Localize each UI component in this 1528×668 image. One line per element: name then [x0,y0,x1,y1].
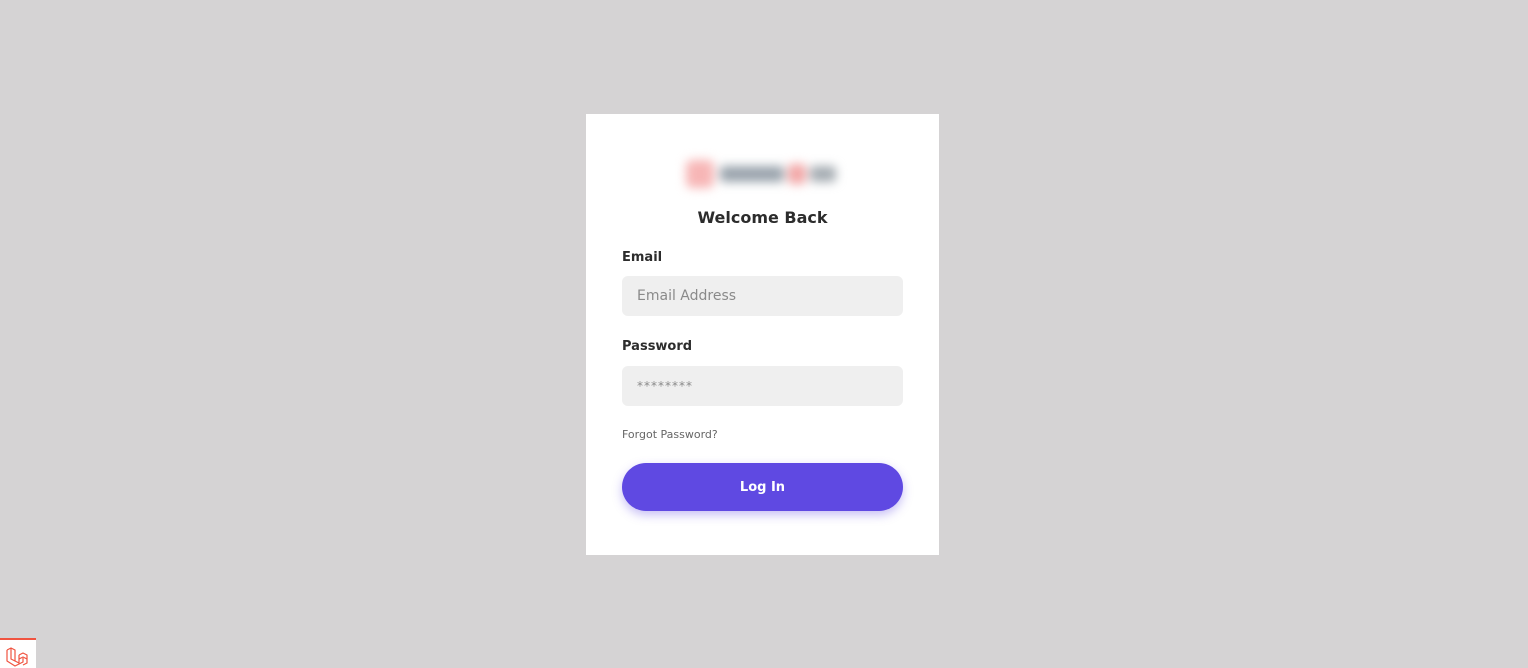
password-label: Password [622,339,693,354]
debug-toolbar-badge[interactable] [0,638,36,668]
laravel-icon [6,647,28,667]
logo-wordmark [720,166,784,182]
logo-accent [788,164,806,184]
forgot-password-link[interactable]: Forgot Password? [622,428,718,441]
email-label: Email [622,250,663,265]
page-title: Welcome Back [697,208,828,227]
password-field[interactable] [622,366,903,406]
brand-logo [676,148,848,200]
email-field[interactable] [622,276,903,316]
login-card: Welcome Back Email Password Forgot Passw… [586,114,939,555]
login-button[interactable]: Log In [622,463,903,511]
logo-mark-icon [686,160,714,188]
logo-wordmark-end [810,166,836,182]
